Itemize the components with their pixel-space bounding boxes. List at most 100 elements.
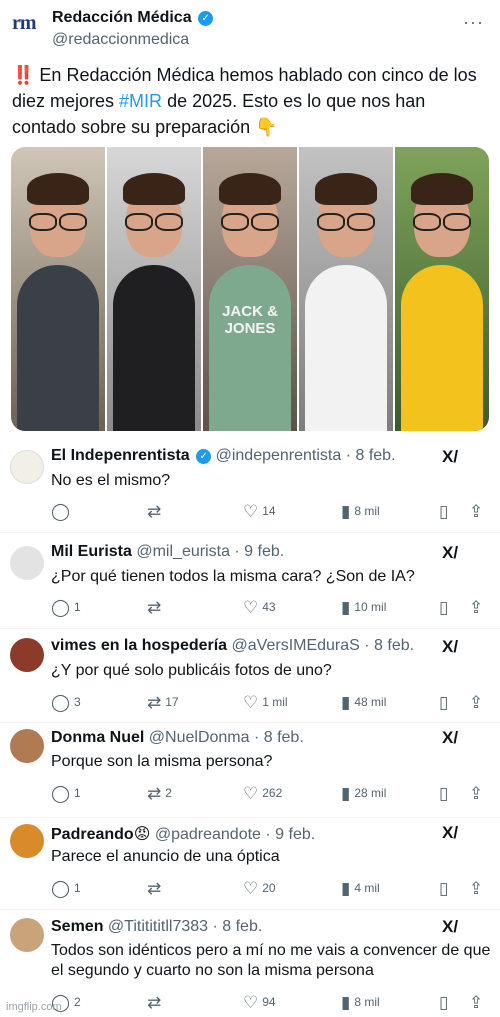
reply-handle[interactable]: @aVersIMEduraS · 8 feb.	[232, 637, 415, 654]
avatar[interactable]	[10, 638, 44, 672]
reply-author-name[interactable]: Padreando	[51, 826, 134, 843]
retweet-button[interactable]: ⇄ 2	[147, 783, 172, 803]
grok-icon[interactable]: X/	[442, 638, 460, 656]
share-button[interactable]: ⇪	[469, 878, 487, 898]
share-icon: ⇪	[469, 784, 484, 803]
reply-handle[interactable]: @padreandote · 9 feb.	[155, 826, 315, 843]
views-button[interactable]: ▮ 48 mil	[341, 692, 386, 712]
views-button[interactable]: ▮ 8 mil	[341, 992, 380, 1012]
reply-item[interactable]: Semen @Tititititll7383 · 8 feb. X/ Todos…	[0, 910, 500, 1017]
like-button[interactable]: ♡ 1 mil	[243, 692, 288, 712]
bookmark-button[interactable]: ▯	[439, 992, 452, 1012]
reply-handle[interactable]: @Tititititll7383 · 8 feb.	[108, 918, 262, 935]
post-author-handle[interactable]: @redaccionmedica	[52, 31, 189, 49]
reply-button[interactable]: ◯	[51, 501, 74, 521]
reply-author-name[interactable]: Donma Nuel	[51, 729, 144, 746]
retweet-button[interactable]: ⇄	[147, 878, 165, 898]
reply-author[interactable]: Donma Nuel @NuelDonma · 8 feb.	[51, 729, 304, 747]
reply-count: 1	[74, 786, 81, 800]
like-button[interactable]: ♡ 20	[243, 878, 276, 898]
hashtag-link[interactable]: #MIR	[119, 91, 162, 111]
reply-button[interactable]: ◯ 3	[51, 692, 81, 712]
views-button[interactable]: ▮ 8 mil	[341, 501, 380, 521]
reply-author-name[interactable]: El Indepenrentista	[51, 447, 190, 464]
reply-item[interactable]: Donma Nuel @NuelDonma · 8 feb. X/ Porque…	[0, 723, 500, 818]
more-options-icon[interactable]: ···	[463, 12, 484, 33]
avatar[interactable]	[10, 729, 44, 763]
post-author-name-text[interactable]: Redacción Médica	[52, 9, 192, 26]
photo-3[interactable]: JACK & JONES	[203, 147, 297, 431]
reply-author[interactable]: Semen @Tititititll7383 · 8 feb.	[51, 918, 262, 936]
views-button[interactable]: ▮ 4 mil	[341, 878, 380, 898]
reply-item[interactable]: El Indepenrentista ✓ @indepenrentista · …	[0, 437, 500, 533]
reply-item[interactable]: Padreando😡 @padreandote · 9 feb. X/ Pare…	[0, 818, 500, 910]
retweet-icon: ⇄	[147, 879, 162, 898]
like-button[interactable]: ♡ 43	[243, 597, 276, 617]
reply-author-name[interactable]: Semen	[51, 918, 103, 935]
views-button[interactable]: ▮ 28 mil	[341, 783, 386, 803]
verified-icon: ✓	[196, 449, 212, 464]
retweet-button[interactable]: ⇄	[147, 597, 165, 617]
reply-handle[interactable]: @indepenrentista · 8 feb.	[216, 447, 396, 464]
reply-button[interactable]: ◯ 1	[51, 878, 81, 898]
grok-icon[interactable]: X/	[442, 448, 460, 466]
reply-author-name[interactable]: vimes en la hospedería	[51, 637, 227, 654]
photo-figure-hair	[27, 173, 89, 205]
reply-button[interactable]: ◯ 1	[51, 783, 81, 803]
views-count: 4 mil	[354, 881, 380, 895]
bookmark-button[interactable]: ▯	[439, 783, 452, 803]
reply-author[interactable]: Mil Eurista @mil_eurista · 9 feb.	[51, 543, 284, 561]
reply-item[interactable]: Mil Eurista @mil_eurista · 9 feb. X/ ¿Po…	[0, 533, 500, 629]
avatar[interactable]	[10, 918, 44, 952]
bookmark-button[interactable]: ▯	[439, 501, 452, 521]
reply-author[interactable]: Padreando😡 @padreandote · 9 feb.	[51, 824, 315, 844]
redaccion-medica-logo[interactable]: rm	[12, 12, 44, 36]
retweet-button[interactable]: ⇄	[147, 992, 165, 1012]
share-button[interactable]: ⇪	[469, 992, 487, 1012]
photo-1[interactable]	[11, 147, 105, 431]
bookmark-button[interactable]: ▯	[439, 692, 452, 712]
share-button[interactable]: ⇪	[469, 692, 487, 712]
reply-author[interactable]: El Indepenrentista ✓ @indepenrentista · …	[51, 447, 396, 465]
share-button[interactable]: ⇪	[469, 501, 487, 521]
views-button[interactable]: ▮ 10 mil	[341, 597, 386, 617]
like-button[interactable]: ♡ 262	[243, 783, 282, 803]
post-photo-collage[interactable]: JACK & JONES	[11, 147, 489, 431]
retweet-count: 2	[165, 786, 172, 800]
retweet-button[interactable]: ⇄ 17	[147, 692, 179, 712]
share-button[interactable]: ⇪	[469, 597, 487, 617]
grok-icon[interactable]: X/	[442, 729, 460, 747]
reply-button[interactable]: ◯ 1	[51, 597, 81, 617]
avatar[interactable]	[10, 824, 44, 858]
retweet-icon: ⇄	[147, 993, 162, 1012]
views-count: 8 mil	[354, 995, 380, 1009]
avatar[interactable]	[10, 546, 44, 580]
retweet-button[interactable]: ⇄	[147, 501, 165, 521]
heart-icon: ♡	[243, 784, 259, 803]
bookmark-button[interactable]: ▯	[439, 878, 452, 898]
grok-icon[interactable]: X/	[442, 824, 460, 842]
heart-icon: ♡	[243, 502, 259, 521]
reply-item[interactable]: vimes en la hospedería @aVersIMEduraS · …	[0, 629, 500, 723]
like-button[interactable]: ♡ 94	[243, 992, 276, 1012]
heart-icon: ♡	[243, 693, 259, 712]
photo-2[interactable]	[107, 147, 201, 431]
post-author-name[interactable]: Redacción Médica ✓	[52, 9, 214, 27]
photo-4[interactable]	[299, 147, 393, 431]
avatar[interactable]	[10, 450, 44, 484]
photo-5[interactable]	[395, 147, 489, 431]
reply-handle[interactable]: @mil_eurista · 9 feb.	[136, 543, 284, 560]
reply-author[interactable]: vimes en la hospedería @aVersIMEduraS · …	[51, 637, 414, 655]
like-button[interactable]: ♡ 14	[243, 501, 276, 521]
grok-icon[interactable]: X/	[442, 918, 460, 936]
grok-icon[interactable]: X/	[442, 544, 460, 562]
share-button[interactable]: ⇪	[469, 783, 487, 803]
reply-author-name[interactable]: Mil Eurista	[51, 543, 132, 560]
views-count: 48 mil	[354, 695, 387, 709]
bookmark-icon: ▯	[439, 502, 449, 521]
views-icon: ▮	[341, 598, 351, 617]
like-count: 43	[262, 600, 276, 614]
views-icon: ▮	[341, 993, 351, 1012]
bookmark-button[interactable]: ▯	[439, 597, 452, 617]
reply-handle[interactable]: @NuelDonma · 8 feb.	[149, 729, 304, 746]
